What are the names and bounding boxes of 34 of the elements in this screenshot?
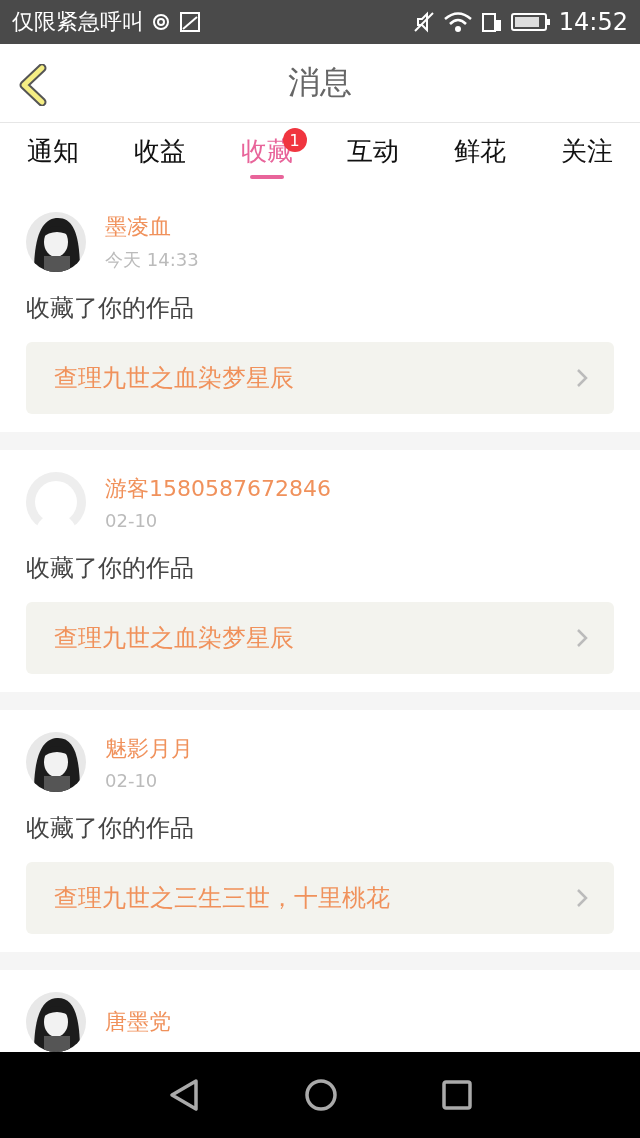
tab[interactable]: 收益 — [106, 123, 214, 190]
tab[interactable]: 通知 — [0, 123, 107, 190]
user-name[interactable]: 魅影月月 — [105, 733, 193, 764]
chevron-right-icon — [576, 368, 588, 388]
clock-text: 14:52 — [558, 8, 628, 36]
back-nav-button[interactable] — [168, 1078, 200, 1112]
tab[interactable]: 互动 — [320, 123, 427, 190]
user-name[interactable]: 墨凌血 — [105, 212, 199, 242]
work-link[interactable]: 查理九世之三生三世，十里桃花 — [26, 862, 614, 934]
message-text: 收藏了你的作品 — [26, 813, 195, 844]
home-nav-button[interactable] — [305, 1079, 337, 1111]
message-time: 02-10 — [105, 509, 159, 531]
chevron-right-icon — [576, 628, 588, 648]
nfc-icon — [152, 12, 172, 32]
mute-icon — [412, 11, 435, 33]
message-time: 今天 14:33 — [105, 248, 199, 272]
user-name[interactable]: 游客1580587672846 — [105, 473, 331, 504]
message-text: 收藏了你的作品 — [26, 293, 195, 324]
back-button[interactable] — [18, 64, 48, 109]
message-time: 02-10 — [105, 769, 159, 791]
battery-icon — [510, 12, 551, 32]
message-text: 收藏了你的作品 — [26, 553, 195, 584]
page-title: 消息 — [288, 62, 352, 103]
carrier-text: 仅限紧急呼叫 — [12, 8, 144, 36]
work-link[interactable]: 查理九世之血染梦星辰 — [26, 342, 614, 414]
sim-icon — [480, 11, 503, 33]
tab[interactable]: 关注 — [533, 123, 640, 190]
image-icon — [180, 12, 200, 32]
wifi-icon — [442, 11, 473, 33]
tab[interactable]: 鲜花 — [426, 123, 534, 190]
recents-nav-button[interactable] — [442, 1080, 472, 1110]
work-link[interactable]: 查理九世之血染梦星辰 — [26, 602, 614, 674]
user-name[interactable]: 唐墨党 — [105, 1007, 171, 1037]
chevron-right-icon — [576, 888, 588, 908]
